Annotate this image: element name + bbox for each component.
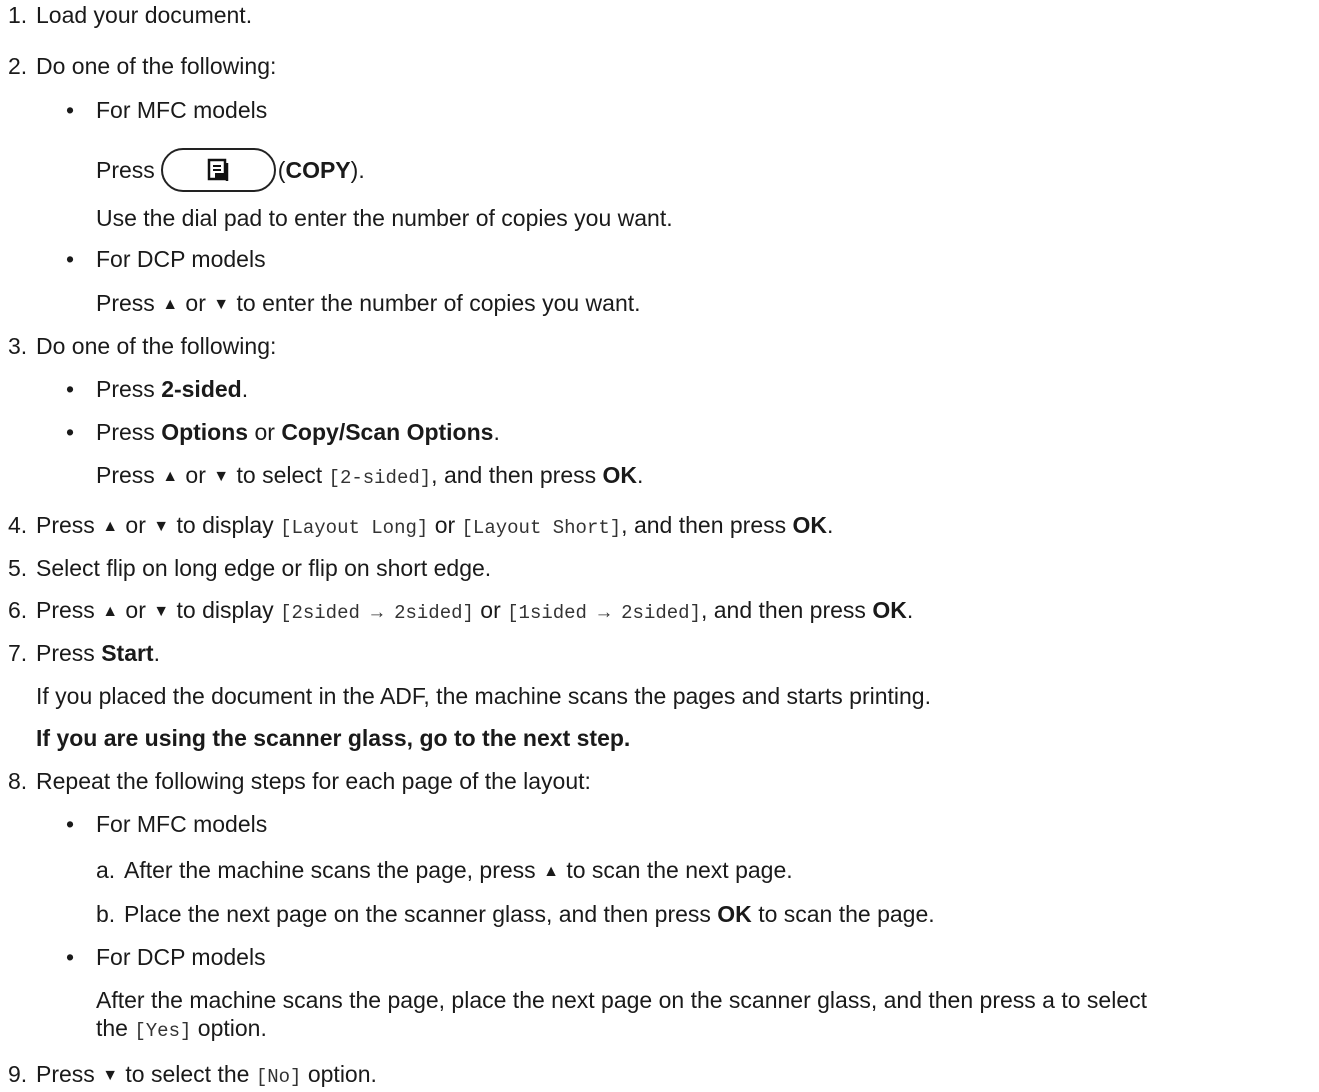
- down-arrow-icon: ▼: [153, 603, 170, 620]
- option-code: [Layout Long]: [280, 517, 429, 539]
- up-arrow-icon: ▲: [162, 296, 179, 313]
- step-text: the [Yes] option.: [96, 1015, 267, 1042]
- option-code: [2sided → 2sided]: [280, 602, 474, 624]
- up-arrow-icon: ▲: [162, 468, 179, 485]
- sub-label: For DCP models: [96, 944, 266, 970]
- option-code: [1sided → 2sided]: [507, 602, 701, 624]
- sub-label: For MFC models: [96, 811, 268, 837]
- sub-label: For DCP models: [96, 246, 266, 272]
- up-arrow-icon: ▲: [102, 518, 119, 535]
- bullet: •: [66, 246, 75, 272]
- bullet: •: [66, 419, 75, 445]
- option-code: [No]: [255, 1066, 302, 1088]
- copy-icon: [207, 158, 229, 181]
- step-text: Do one of the following:: [36, 53, 277, 79]
- down-arrow-icon: ▼: [153, 518, 170, 535]
- step-number: 4.: [8, 512, 28, 538]
- step-text: Press ▲ or ▼ to select [2-sided], and th…: [96, 462, 644, 489]
- down-arrow-icon: ▼: [213, 468, 230, 485]
- step-text: Press ▲ or ▼ to enter the number of copi…: [96, 289, 641, 321]
- bullet: •: [66, 97, 75, 123]
- step-text: Press Start.: [36, 640, 160, 666]
- step-text: Press ▲ or ▼ to display [2sided → 2sided…: [36, 597, 914, 624]
- step-number: 9.: [8, 1061, 28, 1087]
- step-text: Load your document.: [36, 2, 253, 28]
- step-text: Press ▲ or ▼ to display [Layout Long] or…: [36, 512, 834, 539]
- sub-label: For MFC models: [96, 97, 268, 123]
- option-code: [2-sided]: [328, 467, 432, 489]
- step-text: After the machine scans the page, press …: [124, 856, 793, 888]
- step-text: Press ▼ to select the [No] option.: [36, 1061, 377, 1088]
- step-number: 1.: [8, 2, 28, 28]
- step-text: If you placed the document in the ADF, t…: [36, 683, 931, 709]
- bullet: •: [66, 944, 75, 970]
- down-arrow-icon: ▼: [213, 296, 230, 313]
- step-number: 2.: [8, 53, 28, 79]
- step-number: 7.: [8, 640, 28, 666]
- bullet: •: [66, 376, 75, 402]
- step-text: Do one of the following:: [36, 333, 277, 359]
- step-number: 8.: [8, 768, 28, 794]
- up-arrow-icon: ▲: [543, 863, 559, 880]
- step-note-bold: If you are using the scanner glass, go t…: [36, 725, 631, 751]
- step-number: 6.: [8, 597, 28, 623]
- step-text: After the machine scans the page, place …: [96, 987, 1148, 1013]
- option-code: [Layout Short]: [461, 517, 622, 539]
- copy-button: [160, 147, 276, 192]
- substep-label: a.: [96, 857, 116, 883]
- step-text: Place the next page on the scanner glass…: [124, 901, 935, 927]
- down-arrow-icon: ▼: [102, 1067, 119, 1084]
- step-text: Press 2-sided.: [96, 376, 249, 402]
- step-text: Press Options or Copy/Scan Options.: [96, 419, 500, 445]
- step-text: Use the dial pad to enter the number of …: [96, 205, 673, 231]
- bullet: •: [66, 811, 75, 837]
- step-number: 3.: [8, 333, 28, 359]
- option-code: [Yes]: [134, 1020, 192, 1042]
- copy-instruction: Press (COPY).: [96, 147, 365, 194]
- up-arrow-icon: ▲: [102, 603, 119, 620]
- substep-label: b.: [96, 901, 116, 927]
- step-text: Select flip on long edge or flip on shor…: [36, 555, 492, 581]
- step-number: 5.: [8, 555, 28, 581]
- step-text: Repeat the following steps for each page…: [36, 768, 591, 794]
